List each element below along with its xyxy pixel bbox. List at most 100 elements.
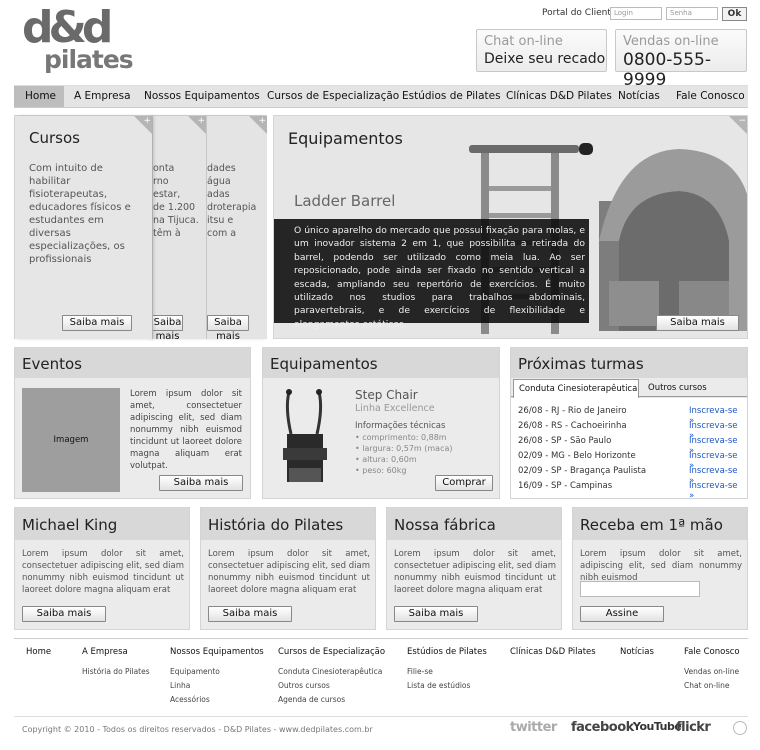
sales-online-box[interactable]: Vendas on-line 0800-555-9999 <box>615 29 747 90</box>
youtube-icon[interactable]: YouTube <box>633 720 682 733</box>
footer-fale-conosco[interactable]: Fale Conosco <box>684 647 740 657</box>
newsletter-text: Lorem ipsum dolor sit amet, adipiscing e… <box>580 549 742 583</box>
cursos-card-back-1[interactable]: onta rno estar, de 1.200 na Tijuca. têm à + S… <box>152 116 206 342</box>
footer-equipamento-link[interactable]: Equipamento <box>170 667 220 676</box>
newsletter-panel: Receba em 1ª mão Lorem ipsum dolor sit a… <box>572 507 748 630</box>
footer-empresa[interactable]: A Empresa <box>82 647 128 657</box>
footer-acessorios-link[interactable]: Acessórios <box>170 695 210 704</box>
footer-clinicas[interactable]: Clínicas D&D Pilates <box>510 647 596 657</box>
nav-noticias[interactable]: Notícias <box>618 90 660 102</box>
turmas-tabs: Conduta Cinesioterapêutica Outros cursos <box>511 378 747 398</box>
eventos-image: Imagem <box>22 388 120 492</box>
chat-online-box[interactable]: Chat on-line Deixe seu recado <box>476 29 607 72</box>
nav-fale-conosco[interactable]: Fale Conosco <box>676 90 745 102</box>
cursos-card-back-1-text: onta rno estar, de 1.200 na Tijuca. têm à <box>153 163 199 239</box>
historia-title: História do Pilates <box>208 516 344 534</box>
tab-outros-cursos[interactable]: Outros cursos <box>648 383 707 393</box>
newsletter-title: Receba em 1ª mão <box>580 516 723 534</box>
michael-king-saiba-mais-button[interactable]: Saiba mais <box>22 606 106 622</box>
footer-chat-link[interactable]: Chat on-line <box>684 681 730 690</box>
eventos-panel: Eventos Imagem Lorem ipsum dolor sit ame… <box>14 347 251 499</box>
footer-equipamentos[interactable]: Nossos Equipamentos <box>170 647 264 657</box>
product-line: Linha Excellence <box>355 403 435 414</box>
equipamentos-title: Equipamentos <box>270 355 378 373</box>
product-name: Step Chair <box>355 388 418 402</box>
footer-estudios[interactable]: Estúdios de Pilates <box>407 647 487 657</box>
cursos-card-back-2-expand-icon[interactable]: + <box>249 116 267 134</box>
cursos-card-front: Cursos Com intuito de habilitar fisioter… <box>15 116 152 339</box>
footer-divider-2 <box>14 716 748 717</box>
turma-row: 16/09 - SP - Campinas Inscreva-se » <box>518 481 743 501</box>
turma-row: 26/08 - RJ - Rio de Janeiro Inscreva-se » <box>518 406 743 426</box>
footer-filie-link[interactable]: Filie-se <box>407 667 433 676</box>
cursos-card-back-2-button[interactable]: Saiba mais <box>207 315 249 342</box>
login-ok-button[interactable]: Ok <box>722 7 747 21</box>
logo-subtext: pilates <box>44 45 134 74</box>
footer-sitemap: Home A Empresa História do Pilates Nosso… <box>0 647 760 712</box>
equipamentos-feature-text: O único aparelho do mercado que possui f… <box>274 219 589 330</box>
turmas-list: 26/08 - RJ - Rio de Janeiro Inscreva-se »… <box>511 398 747 501</box>
fabrica-text: Lorem ipsum dolor sit amet, consectetuer… <box>394 549 556 595</box>
footer-home[interactable]: Home <box>26 647 51 657</box>
logo-mark: d&d <box>22 2 113 53</box>
chat-subtitle: Deixe seu recado <box>484 51 606 67</box>
eventos-title: Eventos <box>22 355 82 373</box>
footer-agenda-link[interactable]: Agenda de cursos <box>278 695 345 704</box>
comprar-button[interactable]: Comprar <box>435 475 493 491</box>
equipamentos-panel: Equipamentos Step Chair Linha Excellence… <box>262 347 500 499</box>
tab-conduta[interactable]: Conduta Cinesioterapêutica <box>513 379 639 398</box>
footer-lista-link[interactable]: Lista de estúdios <box>407 681 470 690</box>
inscreva-se-link[interactable]: Inscreva-se » <box>689 481 743 501</box>
footer-noticias[interactable]: Notícias <box>620 647 654 657</box>
info-icon[interactable] <box>733 721 747 735</box>
twitter-icon[interactable]: twitter <box>510 720 557 735</box>
historia-saiba-mais-button[interactable]: Saiba mais <box>208 606 292 622</box>
flickr-icon[interactable]: flickr <box>676 720 711 735</box>
turma-row: 26/08 - RS - Cachoeirinha Inscreva-se » <box>518 421 743 441</box>
footer-divider <box>14 638 748 639</box>
copyright: Copyright © 2010 - Todos os direitos res… <box>22 725 373 734</box>
login-input[interactable]: Login <box>610 7 662 20</box>
cursos-card-back-1-expand-icon[interactable]: + <box>188 116 206 134</box>
portal-label: Portal do Cliente: <box>542 8 620 18</box>
barrel-icon <box>599 149 747 331</box>
equipamentos-feature-title: Equipamentos <box>288 129 403 148</box>
nav-equipamentos[interactable]: Nossos Equipamentos <box>144 90 260 102</box>
michael-king-panel: Michael King Lorem ipsum dolor sit amet,… <box>14 507 190 630</box>
logo[interactable]: d&d pilates <box>22 6 142 76</box>
cursos-expand-icon[interactable]: + <box>134 116 152 134</box>
michael-king-text: Lorem ipsum dolor sit amet, consectetuer… <box>22 549 184 595</box>
nav-estudios[interactable]: Estúdios de Pilates <box>402 90 501 102</box>
cursos-panel: dades água adas droterapia itsu e com a + Sai… <box>14 115 267 342</box>
fabrica-saiba-mais-button[interactable]: Saiba mais <box>394 606 478 622</box>
equipamentos-collapse-icon[interactable]: − <box>729 116 747 134</box>
eventos-saiba-mais-button[interactable]: Saiba mais <box>159 475 243 491</box>
footer-linha-link[interactable]: Linha <box>170 681 190 690</box>
historia-panel: História do Pilates Lorem ipsum dolor si… <box>200 507 376 630</box>
cursos-card-back-2[interactable]: dades água adas droterapia itsu e com a + Sai… <box>206 116 267 342</box>
turma-row: 26/08 - SP - São Paulo Inscreva-se » <box>518 436 743 456</box>
nav-empresa[interactable]: A Empresa <box>74 90 131 102</box>
nav-home[interactable]: Home <box>14 86 64 107</box>
footer-outros-link[interactable]: Outros cursos <box>278 681 330 690</box>
cursos-card-back-1-button[interactable]: Saiba mais <box>153 315 183 342</box>
fabrica-title: Nossa fábrica <box>394 516 496 534</box>
turmas-title: Próximas turmas <box>518 355 644 373</box>
nav-cursos[interactable]: Cursos de Especialização <box>267 90 399 102</box>
password-input[interactable]: Senha <box>666 7 718 20</box>
sales-title: Vendas on-line <box>623 34 719 49</box>
equipamentos-feature-saiba-mais-button[interactable]: Saiba mais <box>656 315 739 331</box>
facebook-icon[interactable]: facebook <box>571 720 634 735</box>
cursos-saiba-mais-button[interactable]: Saiba mais <box>62 315 132 331</box>
footer-vendas-link[interactable]: Vendas on-line <box>684 667 739 676</box>
footer-cursos[interactable]: Cursos de Especialização <box>278 647 385 657</box>
footer-conduta-link[interactable]: Conduta Cinesioterapêutica <box>278 667 382 676</box>
assine-button[interactable]: Assine <box>580 606 664 622</box>
historia-text: Lorem ipsum dolor sit amet, consectetuer… <box>208 549 370 595</box>
main-nav: Home A Empresa Nossos Equipamentos Curso… <box>14 85 748 108</box>
footer-historia-link[interactable]: História do Pilates <box>82 667 150 676</box>
sales-phone: 0800-555-9999 <box>623 50 711 90</box>
product-specs: • comprimento: 0,88m • largura: 0,57m (ma… <box>355 433 453 475</box>
nav-clinicas[interactable]: Clínicas D&D Pilates <box>506 90 612 102</box>
newsletter-email-input[interactable] <box>580 581 700 597</box>
